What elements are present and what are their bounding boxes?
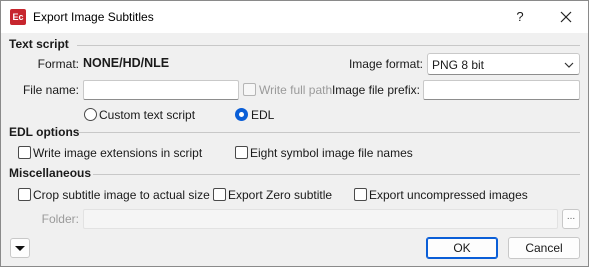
image-format-label: Image format: xyxy=(348,57,423,71)
folder-input[interactable] xyxy=(83,209,558,229)
write-full-path-checkbox[interactable] xyxy=(243,83,256,96)
radio-edl-label: EDL xyxy=(251,108,275,122)
section-divider xyxy=(79,132,580,133)
app-icon: Ec xyxy=(10,9,26,25)
expand-options-button[interactable] xyxy=(10,238,30,258)
section-divider xyxy=(93,174,580,175)
help-button[interactable]: ? xyxy=(510,7,530,27)
export-image-subtitles-dialog: Ec Export Image Subtitles ? Text script … xyxy=(0,0,589,267)
triangle-down-icon xyxy=(15,246,25,251)
eight-symbol-names-label: Eight symbol image file names xyxy=(250,146,413,160)
image-file-prefix-input[interactable] xyxy=(423,80,580,100)
file-name-label: File name: xyxy=(22,83,79,97)
file-name-input[interactable] xyxy=(83,80,239,100)
radio-custom-text-script-label: Custom text script xyxy=(99,108,196,122)
ok-button[interactable]: OK xyxy=(426,237,498,259)
crop-subtitle-checkbox[interactable] xyxy=(18,188,31,201)
browse-folder-button[interactable]: ... xyxy=(562,209,580,229)
radio-edl[interactable] xyxy=(235,108,248,121)
image-format-value: PNG 8 bit xyxy=(432,58,485,72)
image-file-prefix-label: Image file prefix: xyxy=(331,83,420,97)
eight-symbol-names-checkbox[interactable] xyxy=(235,146,248,159)
export-uncompressed-label: Export uncompressed images xyxy=(369,188,528,202)
format-value: NONE/HD/NLE xyxy=(83,56,170,70)
write-image-extensions-checkbox[interactable] xyxy=(18,146,31,159)
radio-custom-text-script[interactable] xyxy=(84,108,97,121)
export-zero-subtitle-checkbox[interactable] xyxy=(213,188,226,201)
section-miscellaneous: Miscellaneous xyxy=(9,166,92,180)
export-uncompressed-checkbox[interactable] xyxy=(354,188,367,201)
cancel-button[interactable]: Cancel xyxy=(508,237,580,259)
window-title: Export Image Subtitles xyxy=(33,10,154,24)
folder-label: Folder: xyxy=(41,212,79,226)
close-button[interactable] xyxy=(556,7,576,27)
title-bar[interactable]: Ec Export Image Subtitles ? xyxy=(1,1,588,33)
format-label: Format: xyxy=(37,57,79,71)
write-image-extensions-label: Write image extensions in script xyxy=(33,146,203,160)
section-divider xyxy=(77,45,580,46)
export-zero-subtitle-label: Export Zero subtitle xyxy=(228,188,333,202)
section-edl-options: EDL options xyxy=(9,125,80,139)
close-icon xyxy=(560,11,572,23)
chevron-down-icon xyxy=(564,62,574,68)
image-format-select[interactable]: PNG 8 bit xyxy=(427,53,580,75)
section-text-script: Text script xyxy=(9,37,69,51)
crop-subtitle-label: Crop subtitle image to actual size xyxy=(33,188,210,202)
